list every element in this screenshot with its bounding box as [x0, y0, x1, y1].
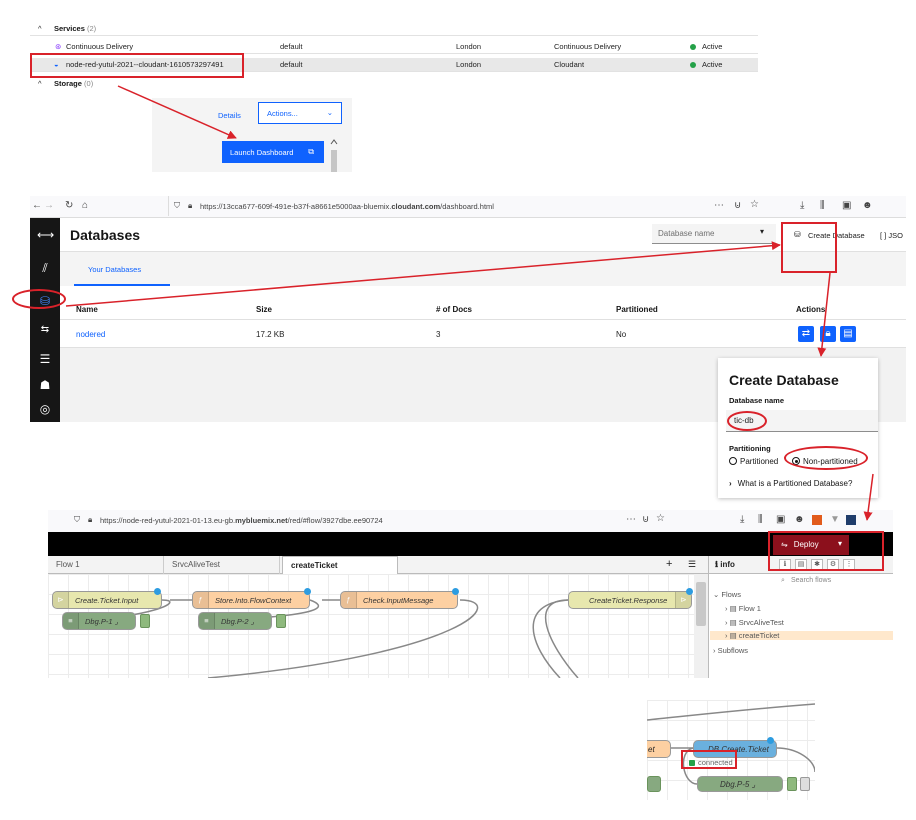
annotation-arrows [65, 85, 874, 521]
